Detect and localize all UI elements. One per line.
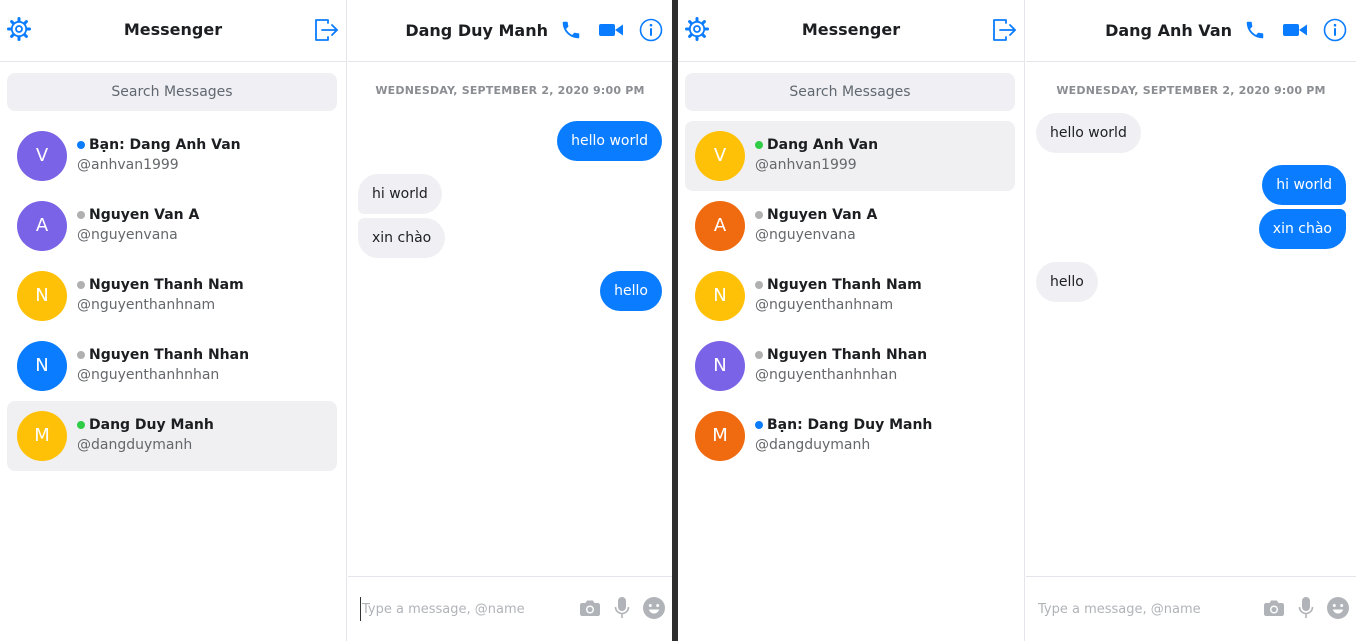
search-input[interactable]	[7, 73, 337, 111]
message-bubble-incoming: hello world	[1036, 113, 1141, 153]
emoji-icon[interactable]	[642, 596, 666, 620]
contact-list: V Dang Anh Van @anhvan1999 A Nguyen Van …	[685, 121, 1015, 471]
contact-handle: @nguyenthanhnhan	[755, 367, 898, 383]
app-title: Messenger	[801, 20, 901, 39]
logout-icon[interactable]	[991, 17, 1017, 43]
app-title: Messenger	[123, 20, 223, 39]
chat-timestamp: WEDNESDAY, SEPTEMBER 2, 2020 9:00 PM	[1056, 84, 1326, 97]
offline-status-dot	[77, 351, 85, 359]
contact-name: Dang Anh Van	[767, 137, 879, 153]
sidebar: Messenger V Dang Anh Van @anhvan1999 A N…	[678, 0, 1025, 641]
sidebar-header: Messenger	[678, 0, 1024, 62]
chat-timestamp: WEDNESDAY, SEPTEMBER 2, 2020 9:00 PM	[375, 84, 645, 97]
message-bubble-incoming: hello	[1036, 262, 1098, 302]
message-bubble-outgoing: hello	[600, 271, 662, 311]
offline-status-dot	[755, 281, 763, 289]
chat-title: Dang Duy Manh	[405, 20, 548, 40]
contact-handle: @anhvan1999	[77, 157, 179, 173]
contact-name: Nguyen Van A	[89, 207, 200, 223]
self-status-dot	[755, 421, 763, 429]
message-bubble-outgoing: hi world	[1262, 165, 1346, 205]
contact-handle: @dangduymanh	[755, 437, 871, 453]
contact-name: Bạn: Dang Duy Manh	[767, 417, 933, 433]
avatar: V	[17, 131, 67, 181]
phone-icon[interactable]	[558, 17, 584, 43]
message-composer	[1026, 576, 1356, 641]
contact-name: Bạn: Dang Anh Van	[89, 137, 241, 153]
contact-handle: @nguyenthanhnam	[77, 297, 216, 313]
chat-header: Dang Duy Manh	[348, 0, 672, 62]
video-camera-icon[interactable]	[1282, 17, 1308, 43]
avatar: V	[695, 131, 745, 181]
contact-list: V Bạn: Dang Anh Van @anhvan1999 A Nguyen…	[7, 121, 337, 471]
contact-name: Nguyen Thanh Nhan	[89, 347, 250, 363]
search-input[interactable]	[685, 73, 1015, 111]
contact-name: Nguyen Van A	[767, 207, 878, 223]
video-camera-icon[interactable]	[598, 17, 624, 43]
avatar: A	[17, 201, 67, 251]
chat-panel: Dang Anh Van WEDNESDAY, SEPTEMBER 2, 202…	[1026, 0, 1356, 641]
offline-status-dot	[755, 211, 763, 219]
offline-status-dot	[77, 281, 85, 289]
gear-icon[interactable]	[7, 17, 31, 41]
contact-item-active[interactable]: M Dang Duy Manh @dangduymanh	[7, 401, 337, 471]
gear-icon[interactable]	[685, 17, 709, 41]
microphone-icon[interactable]	[1294, 596, 1318, 620]
info-icon[interactable]	[638, 17, 664, 43]
self-status-dot	[77, 141, 85, 149]
offline-status-dot	[755, 351, 763, 359]
contact-item[interactable]: N Nguyen Thanh Nhan @nguyenthanhnhan	[7, 331, 337, 401]
message-bubble-outgoing: hello world	[557, 121, 662, 161]
contact-item[interactable]: N Nguyen Thanh Nam @nguyenthanhnam	[7, 261, 337, 331]
contact-item[interactable]: M Bạn: Dang Duy Manh @dangduymanh	[685, 401, 1015, 471]
chat-panel: Dang Duy Manh WEDNESDAY, SEPTEMBER 2, 20…	[348, 0, 672, 641]
contact-handle: @dangduymanh	[77, 437, 193, 453]
online-status-dot	[755, 141, 763, 149]
avatar: M	[695, 411, 745, 461]
contact-item[interactable]: N Nguyen Thanh Nam @nguyenthanhnam	[685, 261, 1015, 331]
contact-handle: @nguyenvana	[755, 227, 856, 243]
phone-icon[interactable]	[1242, 17, 1268, 43]
camera-icon[interactable]	[1262, 596, 1286, 620]
online-status-dot	[77, 421, 85, 429]
message-input[interactable]	[1038, 597, 1238, 621]
contact-item-active[interactable]: V Dang Anh Van @anhvan1999	[685, 121, 1015, 191]
avatar: N	[695, 341, 745, 391]
contact-handle: @nguyenvana	[77, 227, 178, 243]
avatar: N	[695, 271, 745, 321]
message-bubble-outgoing: xin chào	[1258, 209, 1346, 249]
contact-item[interactable]: V Bạn: Dang Anh Van @anhvan1999	[7, 121, 337, 191]
sidebar: Messenger V Bạn: Dang Anh Van @anhvan199…	[0, 0, 347, 641]
contact-item[interactable]: A Nguyen Van A @nguyenvana	[685, 191, 1015, 261]
contact-item[interactable]: A Nguyen Van A @nguyenvana	[7, 191, 337, 261]
emoji-icon[interactable]	[1326, 596, 1350, 620]
info-icon[interactable]	[1322, 17, 1348, 43]
contact-handle: @anhvan1999	[755, 157, 857, 173]
message-input[interactable]	[360, 597, 560, 621]
chat-header: Dang Anh Van	[1026, 0, 1356, 62]
avatar: N	[17, 271, 67, 321]
message-bubble-incoming: xin chào	[358, 218, 446, 258]
logout-icon[interactable]	[313, 17, 339, 43]
contact-name: Nguyen Thanh Nhan	[767, 347, 928, 363]
contact-handle: @nguyenthanhnhan	[77, 367, 220, 383]
avatar: M	[17, 411, 67, 461]
microphone-icon[interactable]	[610, 596, 634, 620]
contact-name: Nguyen Thanh Nam	[767, 277, 922, 293]
camera-icon[interactable]	[578, 596, 602, 620]
contact-name: Dang Duy Manh	[89, 417, 214, 433]
avatar: N	[17, 341, 67, 391]
contact-item[interactable]: N Nguyen Thanh Nhan @nguyenthanhnhan	[685, 331, 1015, 401]
avatar: A	[695, 201, 745, 251]
contact-handle: @nguyenthanhnam	[755, 297, 894, 313]
message-composer	[348, 576, 672, 641]
offline-status-dot	[77, 211, 85, 219]
message-bubble-incoming: hi world	[358, 174, 442, 214]
contact-name: Nguyen Thanh Nam	[89, 277, 244, 293]
sidebar-header: Messenger	[0, 0, 346, 62]
chat-title: Dang Anh Van	[1105, 20, 1232, 40]
messenger-window-right: Messenger V Dang Anh Van @anhvan1999 A N…	[678, 0, 1356, 641]
messenger-window-left: Messenger V Bạn: Dang Anh Van @anhvan199…	[0, 0, 672, 641]
